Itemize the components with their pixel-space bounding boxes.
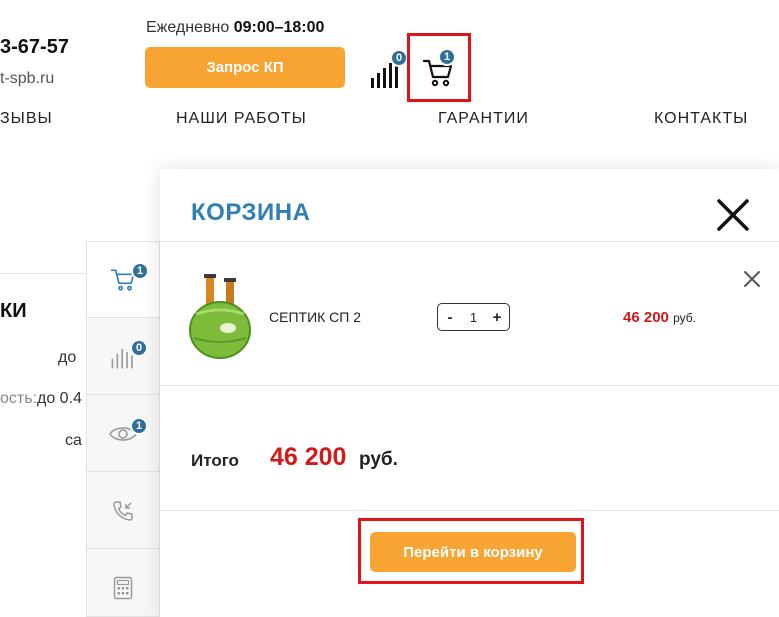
background-row-3: са bbox=[65, 432, 82, 449]
price-value: 46 200 bbox=[623, 309, 669, 326]
price-currency: руб. bbox=[673, 311, 696, 325]
background-divider bbox=[0, 273, 86, 274]
header-phone[interactable]: 3-67-57 bbox=[0, 36, 69, 59]
product-name[interactable]: СЕПТИК СП 2 bbox=[269, 309, 361, 325]
side-compare-button[interactable]: 0 bbox=[87, 319, 159, 395]
close-icon bbox=[717, 199, 749, 231]
quantity-stepper: - 1 + bbox=[437, 303, 510, 331]
side-callback-button[interactable] bbox=[87, 473, 159, 549]
cart-title: КОРЗИНА bbox=[191, 199, 311, 226]
remove-item-button[interactable] bbox=[743, 270, 761, 288]
side-viewed-button[interactable]: 1 bbox=[87, 396, 159, 472]
working-hours: Ежедневно 09:00–18:00 bbox=[146, 19, 324, 37]
side-viewed-badge: 1 bbox=[130, 417, 148, 435]
nav-item-reviews[interactable]: ЗЫВЫ bbox=[0, 110, 53, 128]
cart-count-badge: 1 bbox=[438, 48, 456, 66]
divider bbox=[160, 241, 779, 242]
septic-tank-image bbox=[189, 274, 251, 359]
qty-plus-button[interactable]: + bbox=[490, 309, 504, 326]
background-heading: КИ bbox=[0, 300, 27, 322]
side-panel: 1 0 1 bbox=[86, 241, 160, 617]
cart-popup: КОРЗИНА СЕПТИК СП 2 - 1 + 46 200 руб. Ит… bbox=[160, 169, 779, 617]
cart-header-button[interactable]: 1 bbox=[407, 33, 471, 102]
nav-item-contacts[interactable]: КОНТАКТЫ bbox=[654, 110, 748, 128]
background-row-1: до bbox=[58, 349, 77, 366]
product-price: 46 200 руб. bbox=[623, 309, 696, 326]
goto-cart-button[interactable]: Перейти в корзину bbox=[370, 532, 576, 572]
goto-cart-highlight: Перейти в корзину bbox=[358, 518, 584, 584]
side-cart-badge: 1 bbox=[131, 262, 149, 280]
hours-label: Ежедневно bbox=[146, 19, 230, 36]
qty-value[interactable]: 1 bbox=[470, 310, 477, 325]
side-compare-badge: 0 bbox=[130, 339, 148, 357]
compare-header-button[interactable]: 0 bbox=[370, 49, 408, 90]
total-currency: руб. bbox=[359, 449, 398, 470]
nav-item-guarantees[interactable]: ГАРАНТИИ bbox=[438, 110, 529, 128]
calculator-icon bbox=[113, 576, 133, 599]
background-row-2-value: до 0.4 bbox=[37, 390, 82, 407]
nav-item-works[interactable]: НАШИ РАБОТЫ bbox=[176, 110, 307, 128]
header-site-link[interactable]: t-spb.ru bbox=[0, 70, 54, 88]
total-label: Итого bbox=[191, 451, 239, 470]
background-row-2-label: ость: bbox=[0, 390, 38, 407]
phone-callback-icon bbox=[113, 500, 133, 521]
close-icon bbox=[744, 271, 760, 287]
product-image[interactable] bbox=[188, 274, 252, 360]
side-calculator-button[interactable] bbox=[87, 550, 159, 617]
divider bbox=[160, 510, 779, 511]
hours-value: 09:00–18:00 bbox=[233, 19, 325, 36]
total-value: 46 200 bbox=[270, 443, 347, 471]
divider bbox=[160, 385, 779, 386]
close-cart-button[interactable] bbox=[715, 197, 751, 233]
compare-count-badge: 0 bbox=[390, 49, 408, 67]
side-cart-button[interactable]: 1 bbox=[87, 242, 159, 318]
request-quote-button[interactable]: Запрос КП bbox=[145, 47, 345, 88]
qty-minus-button[interactable]: - bbox=[443, 309, 457, 326]
